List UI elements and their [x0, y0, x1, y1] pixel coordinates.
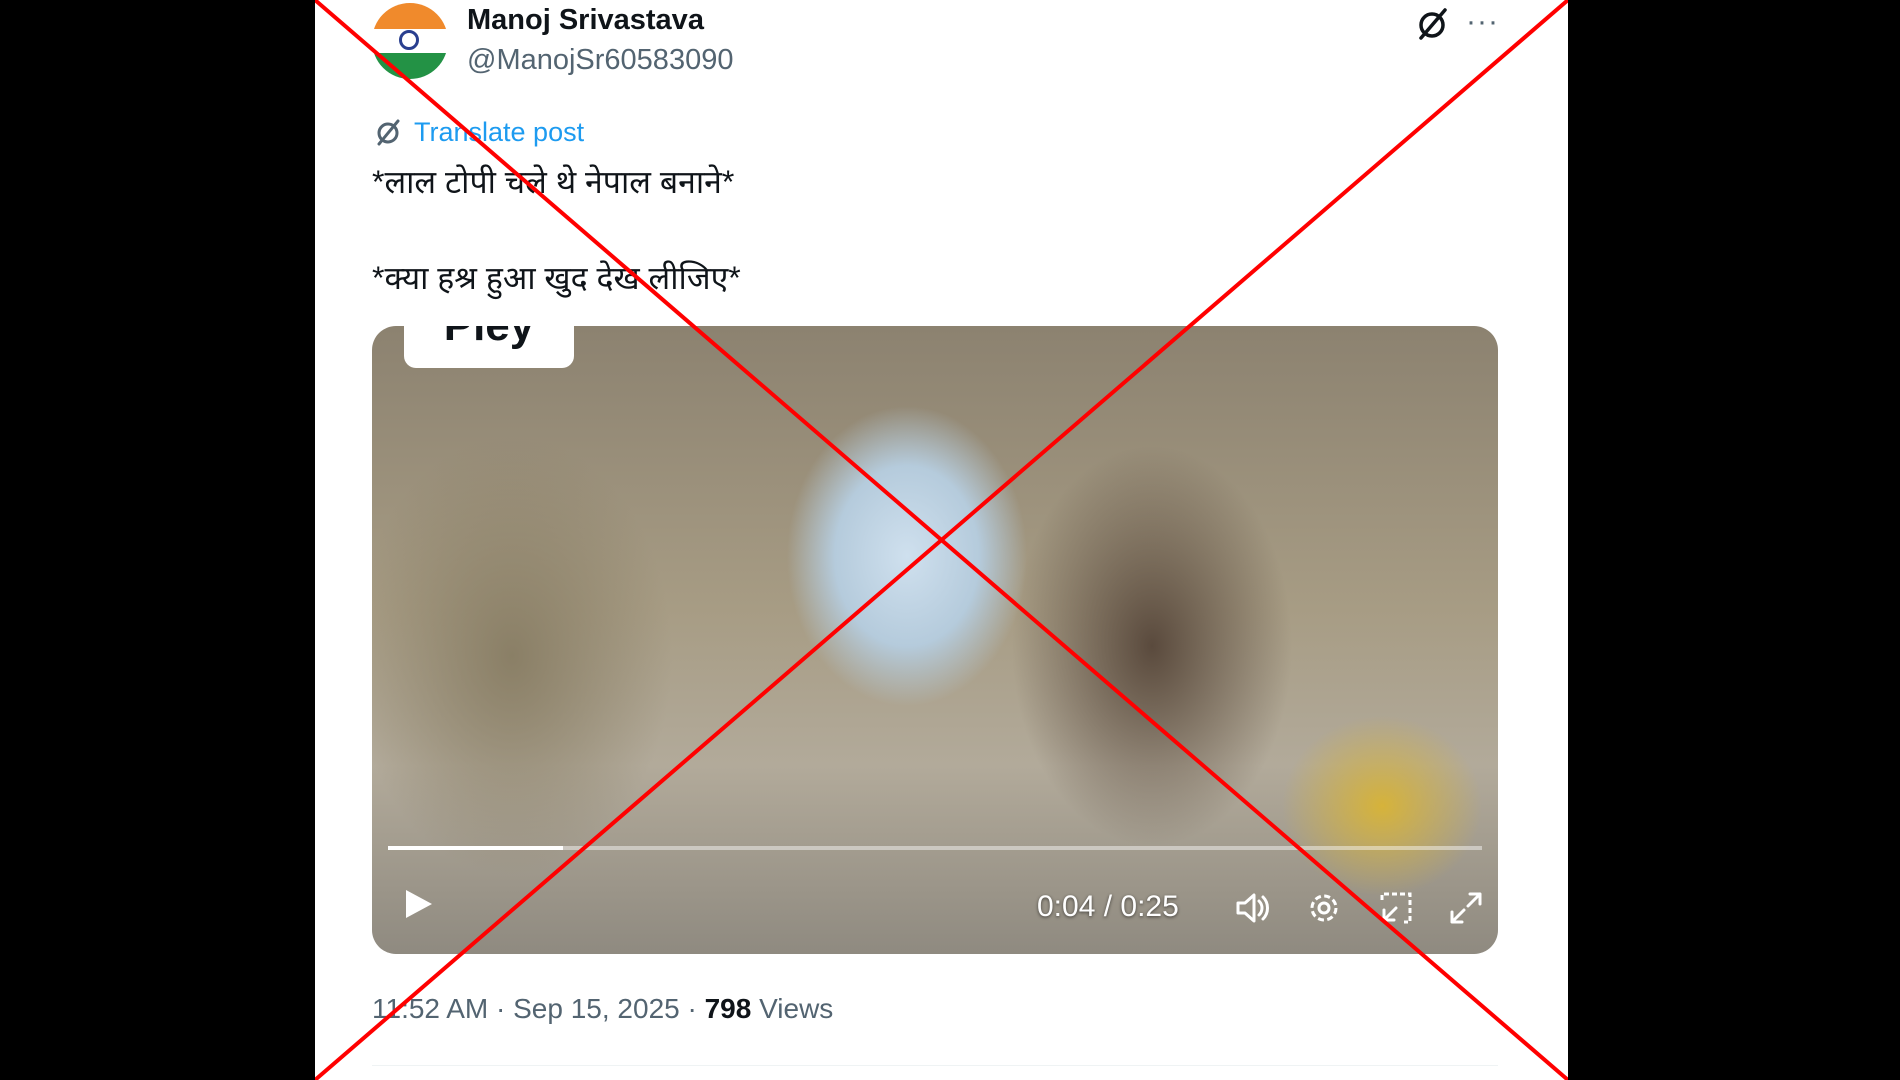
divider — [372, 1065, 1498, 1066]
video-player[interactable]: Piey 0:04 / 0:25 — [372, 326, 1498, 954]
views-label: Views — [759, 993, 834, 1024]
author-name[interactable]: Manoj Srivastava — [467, 4, 704, 37]
post-text-line: *क्या हश्र हुआ खुद देख लीजिए* — [372, 260, 741, 296]
translate-label: Translate post — [414, 116, 585, 147]
video-progress-bar[interactable] — [388, 846, 1482, 850]
tweet-card: Manoj Srivastava @ManojSr60583090 ··· Tr… — [315, 0, 1568, 1080]
views-count: 798 — [704, 993, 752, 1024]
video-time-display: 0:04 / 0:25 — [1037, 890, 1179, 923]
video-overlay-label: Piey — [404, 326, 574, 368]
author-handle[interactable]: @ManojSr60583090 — [467, 44, 733, 77]
fullscreen-icon[interactable] — [1444, 886, 1488, 930]
post-meta: 11:52 AM · Sep 15, 2025 · 798 Views — [372, 993, 833, 1025]
picture-in-picture-icon[interactable] — [1374, 886, 1418, 930]
more-options-icon[interactable]: ··· — [1466, 4, 1499, 40]
post-date[interactable]: Sep 15, 2025 — [513, 993, 680, 1024]
post-time[interactable]: 11:52 AM — [372, 993, 488, 1024]
video-progress-fill — [388, 846, 564, 850]
separator: · — [687, 993, 697, 1024]
flag-wheel-icon — [399, 30, 419, 50]
avatar[interactable] — [372, 3, 448, 79]
post-text-line: *लाल टोपी चले थे नेपाल बनाने* — [372, 164, 735, 200]
settings-gear-icon[interactable] — [1302, 886, 1346, 930]
separator: · — [496, 993, 506, 1024]
grok-icon[interactable] — [1412, 4, 1452, 44]
play-button[interactable] — [398, 882, 438, 926]
translate-icon — [377, 119, 400, 146]
volume-icon[interactable] — [1230, 886, 1274, 930]
translate-post-link[interactable]: Translate post — [372, 116, 584, 148]
